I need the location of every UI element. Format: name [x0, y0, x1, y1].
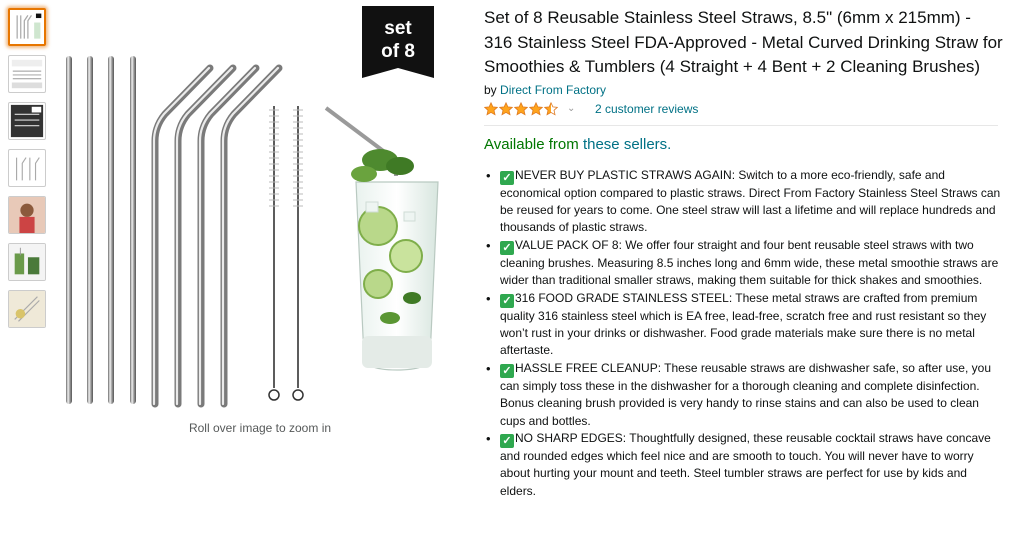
thumbnail-3[interactable]: [8, 102, 46, 140]
star-icon: [544, 101, 558, 116]
badge-line2: of 8: [381, 41, 415, 62]
feature-bullet: ✓NEVER BUY PLASTIC STRAWS AGAIN: Switch …: [486, 167, 1004, 237]
badge-line1: set: [384, 18, 412, 39]
byline: by Direct From Factory: [484, 83, 1004, 97]
feature-text: NO SHARP EDGES: Thoughtfully designed, t…: [500, 430, 991, 498]
thumbnail-4[interactable]: [8, 149, 46, 187]
star-icon: [484, 101, 498, 116]
thumbnail-1[interactable]: [8, 8, 46, 46]
feature-text: VALUE PACK OF 8: We offer four straight …: [500, 237, 999, 288]
cleaning-brushes: [268, 106, 304, 401]
feature-text: HASSLE FREE CLEANUP: These reusable stra…: [500, 360, 991, 428]
feature-bullet: ✓HASSLE FREE CLEANUP: These reusable str…: [486, 360, 1004, 430]
feature-bullet: ✓NO SHARP EDGES: Thoughtfully designed, …: [486, 430, 1004, 500]
zoom-hint: Roll over image to zoom in: [188, 421, 332, 435]
feature-text: NEVER BUY PLASTIC STRAWS AGAIN: Switch t…: [500, 167, 1001, 235]
thumbnail-7[interactable]: [8, 290, 46, 328]
feature-bullet: ✓VALUE PACK OF 8: We offer four straight…: [486, 237, 1004, 290]
star-icon: [514, 101, 528, 116]
product-title: Set of 8 Reusable Stainless Steel Straws…: [484, 8, 1003, 76]
checkmark-icon: ✓: [500, 170, 514, 185]
star-icon: [499, 101, 513, 116]
checkmark-icon: ✓: [500, 240, 514, 255]
straight-straws: [66, 56, 136, 404]
brand-link[interactable]: Direct From Factory: [500, 83, 606, 97]
chevron-down-icon[interactable]: ⌄: [567, 103, 579, 114]
thumbnail-6[interactable]: [8, 243, 46, 281]
sellers-link[interactable]: these sellers.: [583, 136, 671, 153]
checkmark-icon: ✓: [500, 433, 514, 448]
feature-bullets: ✓NEVER BUY PLASTIC STRAWS AGAIN: Switch …: [484, 167, 1004, 501]
availability-prefix: Available from: [484, 135, 579, 153]
main-product-image[interactable]: set of 8: [60, 6, 460, 408]
feature-text: 316 FOOD GRADE STAINLESS STEEL: These me…: [500, 290, 987, 358]
product-details: Set of 8 Reusable Stainless Steel Straws…: [484, 6, 1004, 500]
rating-row: ⌄ 2 customer reviews: [484, 100, 1004, 118]
star-icon: [529, 101, 543, 116]
star-rating[interactable]: [484, 101, 559, 116]
byline-prefix: by: [484, 82, 497, 97]
availability: Available from these sellers.: [484, 136, 1004, 153]
thumbnail-list: [8, 8, 50, 337]
checkmark-icon: ✓: [500, 363, 514, 378]
divider: [484, 124, 998, 126]
thumbnail-2[interactable]: [8, 55, 46, 93]
set-of-8-badge: set of 8: [362, 6, 434, 78]
checkmark-icon: ✓: [500, 293, 514, 308]
feature-bullet: ✓316 FOOD GRADE STAINLESS STEEL: These m…: [486, 290, 1004, 360]
bent-straws: [151, 64, 283, 408]
thumbnail-5[interactable]: [8, 196, 46, 234]
customer-reviews-link[interactable]: 2 customer reviews: [595, 102, 698, 116]
glass-with-drink: [324, 106, 439, 371]
